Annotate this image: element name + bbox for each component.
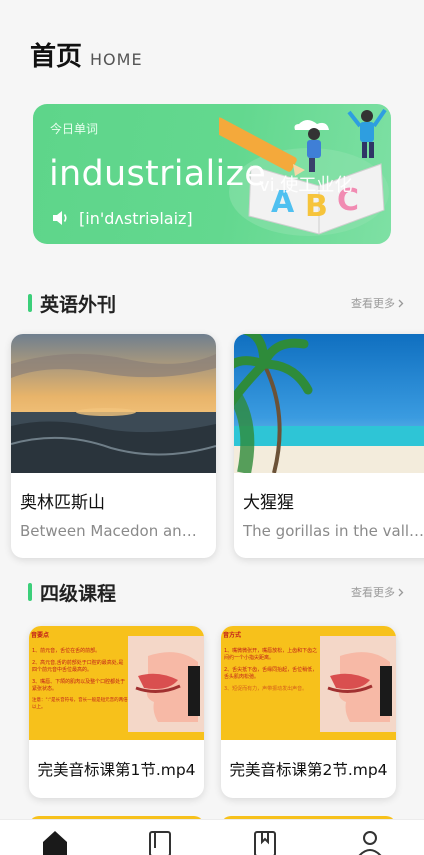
bookmark-icon[interactable]: [250, 828, 280, 855]
thumb-line: 1、前元音，舌位在舌的前部。: [32, 648, 101, 654]
magazine-description: Between Macedon and Thessaly there is a: [20, 522, 206, 540]
courses-section-title: 四级课程: [40, 582, 117, 605]
course-thumbnail: 音要点 1、前元音，舌位在舌的前部。 2、高元音,舌的前部处于口腔的最高处,是四…: [29, 626, 204, 740]
speaker-icon[interactable]: [52, 210, 70, 226]
thumb-heading: 音方式: [223, 632, 242, 639]
course-card[interactable]: 音方式 1、嘴微微张开，嘴唇放松，上齿和下齿之间约一个小指尖距离。 2、舌尖抵下…: [221, 626, 396, 798]
home-icon[interactable]: [40, 828, 70, 855]
daily-word-banner[interactable]: A B C 今日单词 industrialize vi.使工业化 [in'dʌs…: [33, 104, 391, 244]
mouth-diagram-icon: [128, 636, 204, 732]
daily-word-phonetic: [in'dʌstriəlaiz]: [79, 209, 193, 228]
thumb-line: 2、高元音,舌的前部处于口腔的最高处,是四个前元音中舌位最高的。: [32, 660, 124, 673]
mouth-diagram-icon: [320, 636, 396, 732]
sunset-sea-image: [11, 334, 216, 473]
section-accent-bar: [28, 294, 32, 312]
profile-icon[interactable]: [355, 828, 385, 855]
courses-section-header: 四级课程 查看更多: [28, 579, 404, 605]
thumb-line: 2、舌尖抵下齿，舌缘同抬起，舌位稍低，舌头肌肉松弛。: [224, 667, 318, 680]
magazine-title: 大猩猩: [243, 493, 294, 513]
course-title: 完美音标课第1节.mp4: [37, 761, 196, 779]
chevron-right-icon: [398, 299, 404, 307]
courses-more-link[interactable]: 查看更多: [351, 584, 404, 600]
thumb-line: 1、嘴微微张开，嘴唇放松，上齿和下齿之间约一个小指尖距离。: [224, 648, 318, 661]
magazine-card[interactable]: 大猩猩 The gorillas in the valley are very: [234, 334, 424, 558]
bottom-tab-bar: [0, 819, 424, 855]
course-title: 完美音标课第2节.mp4: [229, 761, 388, 779]
magazine-card[interactable]: 奥林匹斯山 Between Macedon and Thessaly there…: [11, 334, 216, 558]
page-title: 首页: [30, 42, 83, 72]
more-link-label: 查看更多: [351, 586, 395, 599]
tropical-beach-image: [234, 334, 424, 473]
daily-word: industrialize: [49, 154, 267, 194]
magazines-section-header: 英语外刊 查看更多: [28, 290, 404, 316]
thumb-note: 注意：":"是长音符号，音长一般是短元音的两倍以上。: [32, 698, 128, 710]
thumb-line: 3、嘴唇、下颌的肌肉以及整个口腔都处于紧张状态。: [32, 679, 126, 692]
daily-word-label: 今日单词: [50, 122, 99, 136]
section-accent-bar: [28, 583, 32, 601]
magazines-more-link[interactable]: 查看更多: [351, 295, 404, 311]
thumb-text: 1、嘴微微张开，嘴唇放松，上齿和下齿之间约一个小指尖距离。 2、舌尖抵下齿，舌缘…: [224, 648, 320, 693]
page-header: 首页 HOME: [30, 36, 143, 73]
course-card[interactable]: 音要点 1、前元音，舌位在舌的前部。 2、高元音,舌的前部处于口腔的最高处,是四…: [29, 626, 204, 798]
magazine-description: The gorillas in the valley are very: [243, 522, 424, 540]
more-link-label: 查看更多: [351, 297, 395, 310]
page-subtitle: HOME: [90, 50, 143, 69]
magazines-section-title: 英语外刊: [40, 293, 117, 316]
book-icon[interactable]: [145, 828, 175, 855]
thumb-line: 3、短促而有力，声带振动发出声音。: [224, 686, 308, 692]
thumb-text: 1、前元音，舌位在舌的前部。 2、高元音,舌的前部处于口腔的最高处,是四个前元音…: [32, 648, 128, 711]
chevron-right-icon: [398, 588, 404, 596]
thumb-heading: 音要点: [31, 632, 50, 639]
magazine-title: 奥林匹斯山: [20, 493, 105, 513]
home-page: 首页 HOME A B C 今日单词 industrialize vi.使工业化: [0, 0, 424, 855]
daily-word-translation: vi.使工业化: [259, 175, 353, 196]
course-thumbnail: 音方式 1、嘴微微张开，嘴唇放松，上齿和下齿之间约一个小指尖距离。 2、舌尖抵下…: [221, 626, 396, 740]
